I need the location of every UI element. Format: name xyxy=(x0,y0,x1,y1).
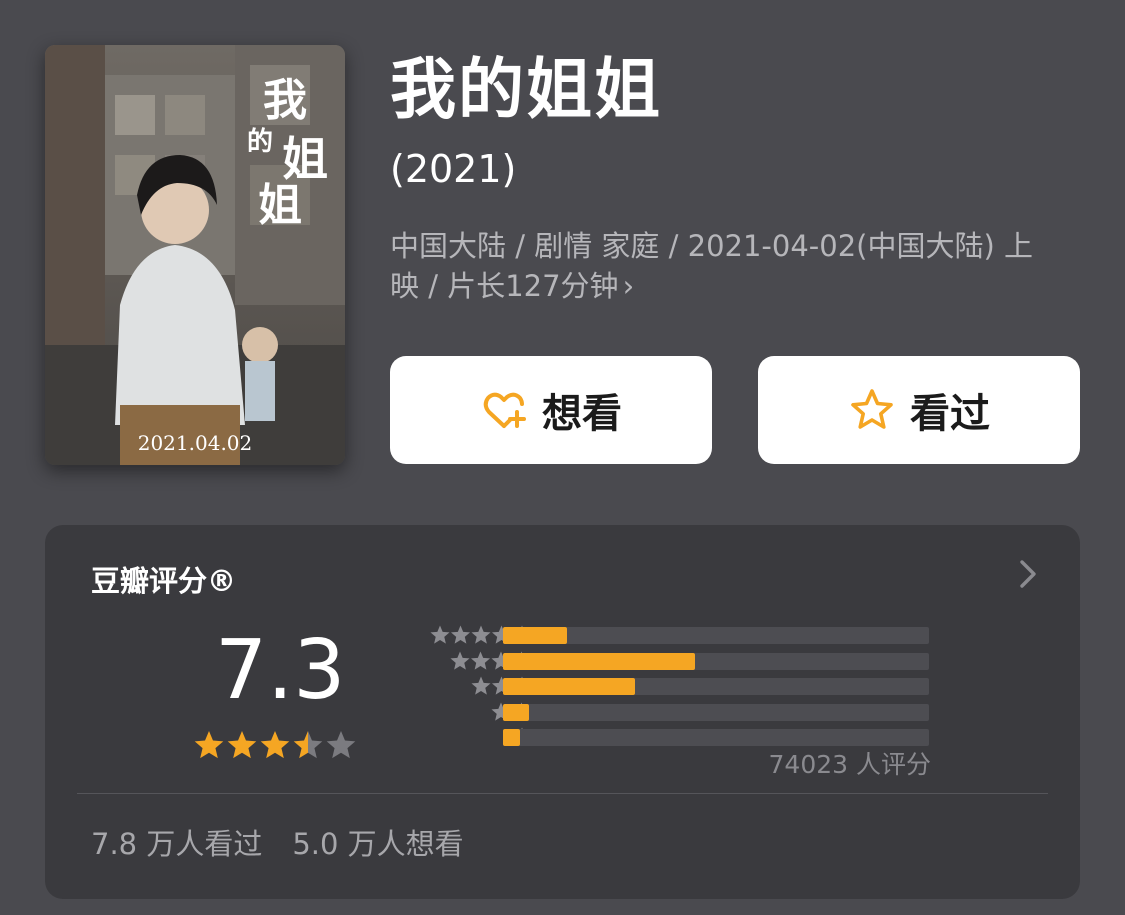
distribution-row-5-star xyxy=(385,625,945,645)
distribution-row-1-star xyxy=(385,727,945,747)
distribution-track xyxy=(503,678,929,695)
star-icon xyxy=(429,625,450,644)
movie-title: 我的姐姐 xyxy=(390,51,662,128)
star-icon xyxy=(470,676,491,695)
star-icon xyxy=(450,625,470,644)
chevron-right-icon: › xyxy=(622,269,635,303)
rating-card-title: 豆瓣评分® xyxy=(91,564,237,598)
rating-star-icon xyxy=(293,731,323,759)
divider xyxy=(77,793,1048,794)
star-icon xyxy=(470,625,491,644)
movie-meta-text: 中国大陆 / 剧情 家庭 / 2021-04-02(中国大陆) 上映 / 片长1… xyxy=(390,229,1034,303)
distribution-bar xyxy=(503,703,529,721)
rating-score: 7.3 xyxy=(215,623,346,718)
svg-text:的: 的 xyxy=(247,126,273,157)
poster-date: 2021.04.02 xyxy=(138,431,253,455)
watched-button[interactable]: 看过 xyxy=(758,356,1080,464)
want-count: 5.0 万人想看 xyxy=(292,827,464,861)
distribution-bar xyxy=(503,729,521,746)
rating-star-icon xyxy=(194,731,224,759)
poster-image: 我 姐 姐 的 2021.04.02 xyxy=(45,45,345,465)
watch-stats: 7.8 万人看过 5.0 万人想看 xyxy=(91,821,464,863)
svg-text:姐: 姐 xyxy=(282,132,328,186)
distribution-row-2-star xyxy=(385,702,945,722)
rating-stars xyxy=(193,729,358,763)
svg-text:姐: 姐 xyxy=(258,180,302,231)
distribution-track xyxy=(503,627,929,644)
star-icon xyxy=(450,651,470,670)
rating-card[interactable]: 豆瓣评分® 7.3 74023 人评分 7.8 万人看过 5.0 万人想看 xyxy=(45,525,1080,899)
watched-label: 看过 xyxy=(910,391,990,437)
distribution-track xyxy=(503,652,929,670)
distribution-bar xyxy=(503,627,567,644)
distribution-row-3-star xyxy=(385,676,945,696)
chevron-right-icon[interactable] xyxy=(1018,559,1038,589)
distribution-bar xyxy=(503,652,695,670)
star-outline-icon xyxy=(848,386,896,434)
distribution-track xyxy=(503,703,929,721)
want-to-watch-button[interactable]: 想看 xyxy=(390,356,712,464)
distribution-row-4-star xyxy=(385,651,945,671)
rating-distribution xyxy=(385,625,945,747)
watched-count: 7.8 万人看过 xyxy=(91,827,263,861)
rating-star-icon xyxy=(326,731,356,759)
distribution-track xyxy=(503,729,929,746)
rating-star-icon xyxy=(260,731,290,759)
rating-count: 74023 人评分 xyxy=(768,750,931,779)
star-icon xyxy=(470,651,491,670)
movie-poster[interactable]: 我 姐 姐 的 2021.04.02 xyxy=(45,45,345,465)
poster-title-glyph-1: 我 xyxy=(263,75,307,126)
rating-star-icon xyxy=(227,731,257,759)
movie-meta[interactable]: 中国大陆 / 剧情 家庭 / 2021-04-02(中国大陆) 上映 / 片长1… xyxy=(390,226,1050,306)
want-to-watch-label: 想看 xyxy=(542,391,622,437)
heart-plus-icon xyxy=(480,386,528,434)
movie-year: (2021) xyxy=(390,147,517,191)
distribution-bar xyxy=(503,678,636,695)
